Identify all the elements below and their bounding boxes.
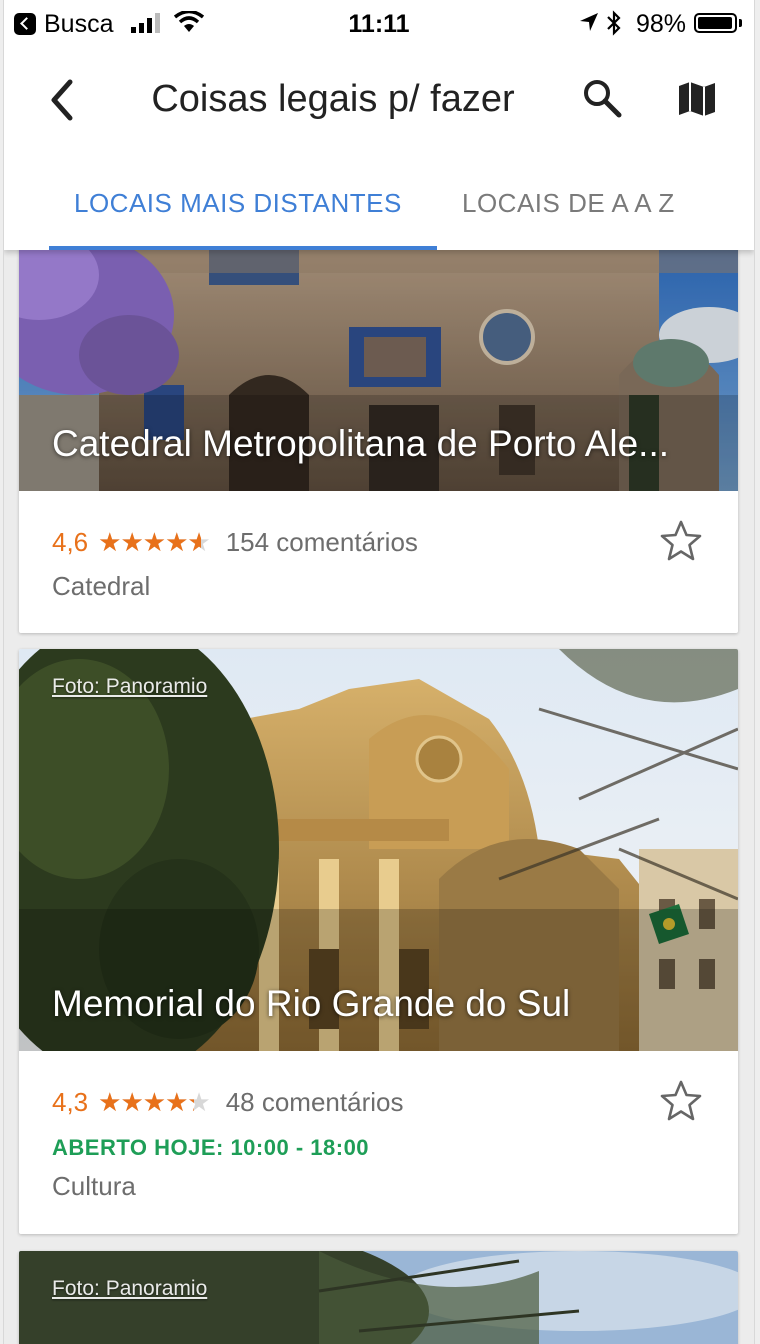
tab-bar: LOCAIS MAIS DISTANTES LOCAIS DE A A Z bbox=[4, 166, 754, 250]
place-photo[interactable]: Catedral Metropolitana de Porto Ale... bbox=[19, 245, 738, 491]
app-header: Coisas legais p/ fazer LOCAIS MAIS DISTA… bbox=[4, 48, 754, 250]
place-photo[interactable]: Foto: Panoramio Memorial do Rio Grande d… bbox=[19, 649, 738, 1051]
map-icon[interactable] bbox=[676, 78, 718, 120]
page-title: Coisas legais p/ fazer bbox=[151, 78, 515, 120]
photo-credit-link[interactable]: Foto: Panoramio bbox=[52, 675, 207, 699]
rating-value: 4,6 bbox=[52, 527, 89, 557]
location-arrow-icon bbox=[580, 13, 598, 31]
phone-screen: Busca 11:11 98% Coisas legais p/ fazer L… bbox=[3, 0, 755, 1344]
search-icon[interactable] bbox=[582, 78, 622, 118]
save-star-icon[interactable] bbox=[659, 519, 703, 563]
place-category: Catedral bbox=[52, 571, 151, 601]
place-card[interactable]: Foto: Panoramio Memorial do Rio Grande d… bbox=[19, 649, 738, 1234]
review-count[interactable]: 48 comentários bbox=[226, 1087, 404, 1117]
open-hours: ABERTO HOJE: 10:00 - 18:00 bbox=[52, 1135, 370, 1160]
battery-nub bbox=[739, 19, 742, 27]
save-star-icon[interactable] bbox=[659, 1079, 703, 1123]
battery-percent: 98% bbox=[636, 10, 687, 38]
rating-value: 4,3 bbox=[52, 1087, 89, 1117]
tab-farthest-places[interactable]: LOCAIS MAIS DISTANTES bbox=[74, 188, 402, 219]
battery-icon bbox=[694, 13, 737, 33]
star-rating: ★★★★★★★★★★ bbox=[98, 527, 211, 557]
status-bar: Busca 11:11 98% bbox=[4, 0, 754, 48]
place-title: Catedral Metropolitana de Porto Ale... bbox=[52, 423, 670, 464]
place-category: Cultura bbox=[52, 1171, 136, 1201]
rating-row: 4,6 ★★★★★ ★★★★★ 154 comentários bbox=[52, 527, 418, 558]
photo-credit-link[interactable]: Foto: Panoramio bbox=[52, 1277, 207, 1301]
rating-row: 4,3 ★★★★★★★★★★ 48 comentários bbox=[52, 1087, 403, 1118]
place-card[interactable]: Catedral Metropolitana de Porto Ale... 4… bbox=[19, 245, 738, 633]
tab-a-to-z[interactable]: LOCAIS DE A A Z bbox=[462, 188, 675, 219]
place-photo[interactable]: Foto: Panoramio bbox=[19, 1251, 738, 1344]
place-title: Memorial do Rio Grande do Sul bbox=[52, 983, 571, 1024]
place-card[interactable]: Foto: Panoramio bbox=[19, 1251, 738, 1344]
bluetooth-icon bbox=[607, 10, 621, 36]
active-tab-indicator bbox=[49, 246, 437, 250]
star-rating: ★★★★★★★★★★ bbox=[98, 1087, 211, 1117]
review-count[interactable]: 154 comentários bbox=[226, 527, 418, 557]
